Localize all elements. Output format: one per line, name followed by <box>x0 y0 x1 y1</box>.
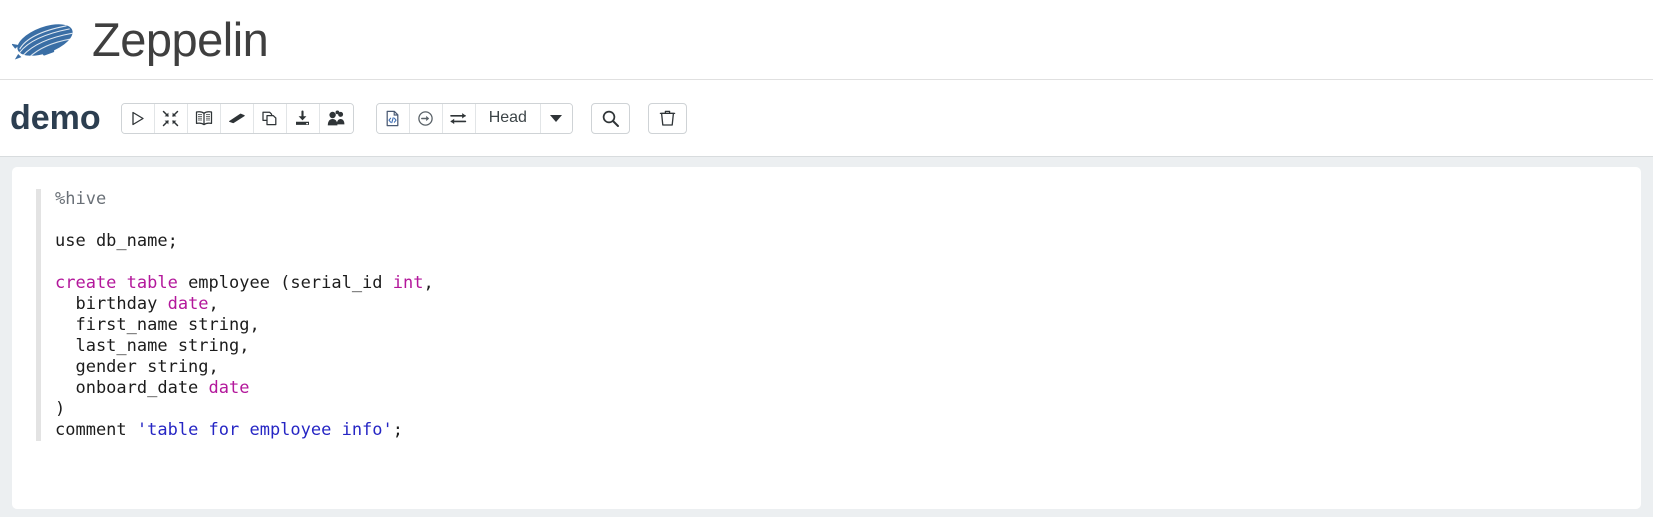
code-token: 'table for employee info' <box>136 420 393 440</box>
play-icon <box>132 111 144 125</box>
code-token: , <box>208 294 219 314</box>
eraser-icon <box>228 113 245 123</box>
code-token: date <box>167 294 209 314</box>
code-token: use db_name; <box>55 231 178 251</box>
zeppelin-airship-icon[interactable] <box>12 14 78 66</box>
code-token: onboard_date <box>55 378 209 398</box>
search-icon <box>602 110 619 127</box>
permissions-button[interactable] <box>319 103 353 133</box>
editor-gutter <box>36 189 41 441</box>
code-line: create table employee (serial_id int, <box>55 273 434 294</box>
code-line: onboard_date date <box>55 378 434 399</box>
show-hide-output-button[interactable] <box>187 103 221 133</box>
code-token: create table <box>55 273 178 293</box>
paragraph-card: %hive use db_name; create table employee… <box>12 167 1641 509</box>
import-tray-icon <box>296 110 310 125</box>
code-token: last_name string, <box>55 336 250 356</box>
code-token: first_name string, <box>55 315 260 335</box>
paragraph-editor[interactable]: %hive use db_name; create table employee… <box>12 189 1641 441</box>
copy-pages-icon <box>262 111 277 125</box>
delete-note-button[interactable] <box>647 102 687 134</box>
code-line: first_name string, <box>55 315 434 336</box>
code-line: birthday date, <box>55 294 434 315</box>
run-on-selection-button[interactable] <box>409 103 443 133</box>
chevron-down-icon <box>550 114 563 122</box>
revision-label[interactable]: Head <box>476 103 541 133</box>
trash-icon <box>659 110 676 126</box>
circle-arrow-right-icon <box>418 110 433 126</box>
notebook-toolbar: demo Head <box>0 80 1653 157</box>
revision-dropdown-toggle[interactable] <box>540 103 572 133</box>
code-token: %hive <box>55 189 107 209</box>
code-content[interactable]: %hive use db_name; create table employee… <box>55 189 434 441</box>
version-control-button[interactable] <box>442 103 476 133</box>
code-token: gender string, <box>55 357 219 377</box>
code-token: ) <box>55 399 66 419</box>
notebook-title[interactable]: demo <box>10 101 101 135</box>
brand-header: Zeppelin <box>0 0 1653 80</box>
code-token: employee (serial_id <box>177 273 393 293</box>
code-line: comment 'table for employee info'; <box>55 420 434 441</box>
clone-note-button[interactable] <box>253 103 287 133</box>
code-token: comment <box>55 420 137 440</box>
search-code-button[interactable] <box>590 102 630 134</box>
code-line: use db_name; <box>55 231 434 252</box>
show-hide-code-button[interactable] <box>154 103 188 133</box>
code-file-icon <box>386 110 399 126</box>
collapse-arrows-icon <box>162 110 179 126</box>
notebook-body: %hive use db_name; create table employee… <box>0 157 1653 517</box>
clear-output-button[interactable] <box>220 103 254 133</box>
run-all-paragraphs-button[interactable] <box>121 103 155 133</box>
interpreter-binding-button[interactable] <box>376 103 410 133</box>
export-note-button[interactable] <box>286 103 320 133</box>
code-line: gender string, <box>55 357 434 378</box>
code-token: int <box>392 273 424 293</box>
users-icon <box>327 110 345 125</box>
code-token: birthday <box>55 294 168 314</box>
code-token: , <box>423 273 434 293</box>
code-token: ; <box>392 420 404 440</box>
code-line: %hive <box>55 189 434 210</box>
swap-arrows-icon <box>450 112 467 124</box>
code-line: last_name string, <box>55 336 434 357</box>
code-token: date <box>208 378 250 398</box>
notebook-actions-group <box>120 102 354 134</box>
notebook-revision-group: Head <box>375 102 573 134</box>
brand-name: Zeppelin <box>92 13 269 66</box>
book-icon <box>195 110 212 125</box>
code-line: ) <box>55 399 434 420</box>
